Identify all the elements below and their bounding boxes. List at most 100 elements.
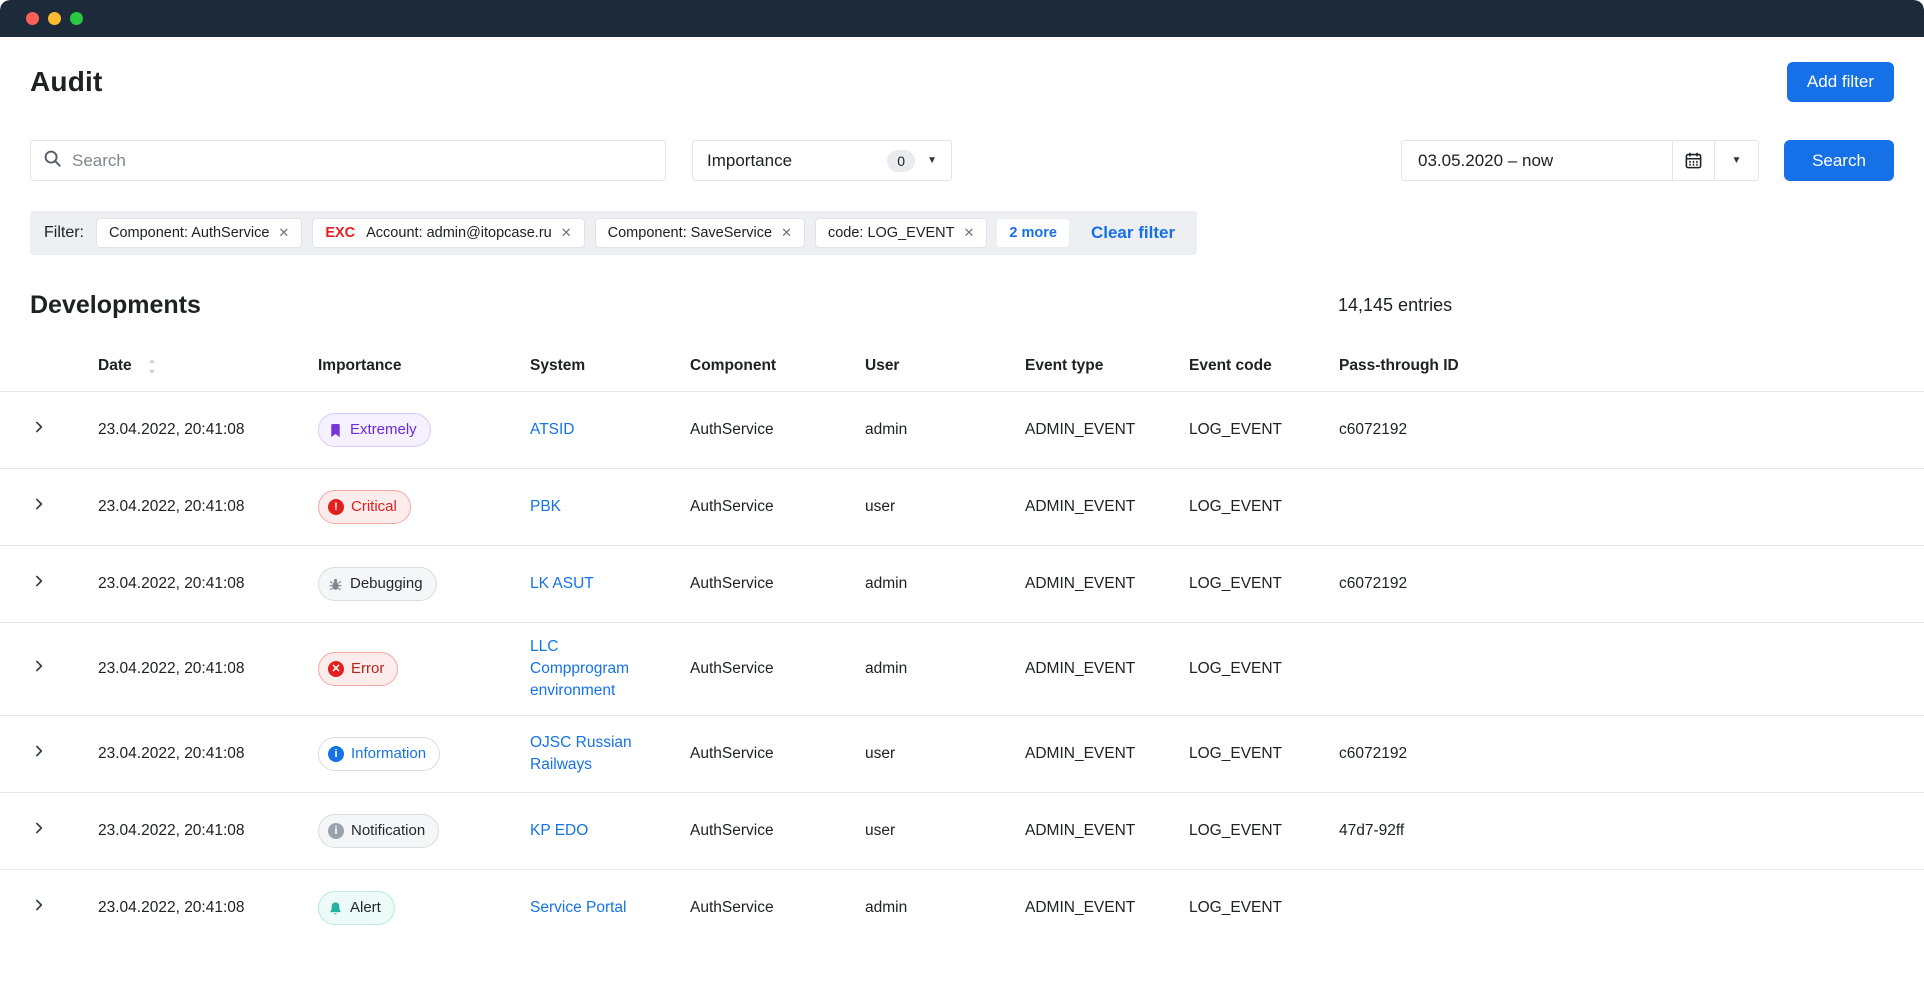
filter-label: Filter: [44, 224, 84, 241]
search-icon [43, 149, 62, 173]
audit-table: Date Importance System Component User Ev… [0, 341, 1924, 947]
sort-icon[interactable] [146, 358, 158, 375]
column-header-date[interactable]: Date [98, 341, 318, 392]
cell-user: admin [865, 545, 1025, 623]
cell-component: AuthService [690, 622, 865, 716]
bug-icon [328, 577, 343, 592]
search-box[interactable] [30, 140, 666, 181]
importance-dropdown-label: Importance [707, 150, 793, 170]
section-title: Developments [30, 291, 201, 319]
cell-event-code: LOG_EVENT [1189, 792, 1339, 870]
date-range-picker[interactable]: 03.05.2020 – now ▼ [1401, 140, 1759, 181]
entries-count: 14,145 entries [1338, 295, 1453, 315]
add-filter-button[interactable]: Add filter [1786, 62, 1894, 102]
expand-row-chevron-right-icon[interactable] [32, 420, 46, 434]
table-header-row: Date Importance System Component User Ev… [0, 341, 1924, 392]
importance-dropdown[interactable]: Importance 0 ▼ [692, 140, 952, 181]
table-row: 23.04.2022, 20:41:08 Extremely ATSID Aut… [0, 391, 1924, 469]
importance-badge-label: Information [351, 745, 427, 762]
minimize-window-button[interactable] [48, 12, 61, 25]
cell-event-type: ADMIN_EVENT [1025, 575, 1136, 592]
cell-event-type: ADMIN_EVENT [1025, 822, 1136, 839]
filter-chip[interactable]: Component: AuthService ✕ [96, 218, 303, 248]
page-title: Audit [30, 66, 103, 97]
cell-event-code: LOG_EVENT [1189, 715, 1339, 793]
importance-badge: ✕ Error [318, 652, 399, 686]
column-header-event-type: Event type [1025, 357, 1104, 374]
zoom-window-button[interactable] [70, 12, 83, 25]
importance-badge: ! Critical [318, 490, 411, 524]
system-link[interactable]: KP EDO [530, 820, 588, 842]
system-link[interactable]: LLC Compprogram environment [530, 636, 638, 702]
date-range-chevron-down-icon[interactable]: ▼ [1714, 141, 1758, 180]
cell-date: 23.04.2022, 20:41:08 [98, 468, 318, 546]
cell-user: user [865, 792, 1025, 870]
clear-filter-link[interactable]: Clear filter [1091, 223, 1175, 243]
cell-date: 23.04.2022, 20:41:08 [98, 715, 318, 793]
system-link[interactable]: LK ASUT [530, 573, 594, 595]
filter-chip-label: Component: SaveService [607, 225, 773, 241]
importance-badge: i Information [318, 737, 441, 771]
importance-badge: Debugging [318, 567, 437, 601]
cell-pass-through-id [1339, 468, 1924, 546]
remove-filter-icon[interactable]: ✕ [561, 225, 572, 241]
expand-row-chevron-right-icon[interactable] [32, 659, 46, 673]
column-header-event-code: Event code [1189, 357, 1272, 374]
expand-row-chevron-right-icon[interactable] [32, 497, 46, 511]
info-circle-icon: i [328, 823, 344, 839]
active-filters-bar: Filter: Component: AuthService ✕ EXC Accoun… [30, 211, 1198, 255]
expand-row-chevron-right-icon[interactable] [32, 574, 46, 588]
cell-component: AuthService [690, 468, 865, 546]
table-row: 23.04.2022, 20:41:08 i Information OJSC … [0, 715, 1924, 793]
cell-date: 23.04.2022, 20:41:08 [98, 545, 318, 623]
cell-event-type: ADMIN_EVENT [1025, 745, 1136, 762]
bell-icon [328, 901, 343, 916]
search-button[interactable]: Search [1784, 140, 1894, 181]
remove-filter-icon[interactable]: ✕ [781, 225, 792, 241]
exclamation-circle-icon: ! [328, 499, 344, 515]
cell-user: admin [865, 869, 1025, 947]
cell-date: 23.04.2022, 20:41:08 [98, 391, 318, 469]
expand-row-chevron-right-icon[interactable] [32, 898, 46, 912]
importance-badge-label: Extremely [350, 421, 417, 438]
cell-event-code: LOG_EVENT [1189, 545, 1339, 623]
system-link[interactable]: ATSID [530, 419, 575, 441]
importance-badge: i Notification [318, 814, 440, 848]
cell-event-type: ADMIN_EVENT [1025, 660, 1136, 677]
importance-badge-label: Critical [351, 498, 397, 515]
system-link[interactable]: PBK [530, 496, 561, 518]
remove-filter-icon[interactable]: ✕ [964, 225, 975, 241]
table-row: 23.04.2022, 20:41:08 Debugging LK ASUT A… [0, 545, 1924, 623]
expand-row-chevron-right-icon[interactable] [32, 744, 46, 758]
app-window: Audit Add filter Importance 0 ▼ 03.05.20… [0, 0, 1924, 992]
close-window-button[interactable] [26, 12, 39, 25]
expand-row-chevron-right-icon[interactable] [32, 821, 46, 835]
exclude-prefix: EXC [325, 225, 356, 241]
cell-date: 23.04.2022, 20:41:08 [98, 869, 318, 947]
column-header-importance: Importance [318, 357, 402, 374]
importance-badge-label: Alert [350, 899, 381, 917]
chevron-down-icon: ▼ [927, 155, 937, 166]
cell-event-type: ADMIN_EVENT [1025, 899, 1136, 917]
filter-chip[interactable]: EXC Account: admin@itopcase.ru ✕ [312, 218, 585, 248]
cell-pass-through-id [1339, 622, 1924, 716]
more-filters-button[interactable]: 2 more [997, 219, 1069, 247]
importance-badge-label: Debugging [350, 575, 423, 592]
filter-chip[interactable]: code: LOG_EVENT ✕ [814, 218, 988, 248]
cell-pass-through-id: c6072192 [1339, 545, 1924, 623]
cell-date: 23.04.2022, 20:41:08 [98, 792, 318, 870]
table-row: 23.04.2022, 20:41:08 ✕ Error LLC Comppro… [0, 622, 1924, 716]
cell-pass-through-id: c6072192 [1339, 715, 1924, 793]
date-range-value: 03.05.2020 – now [1418, 150, 1554, 170]
search-input[interactable] [72, 150, 653, 171]
toolbar: Importance 0 ▼ 03.05.2020 – now ▼ Search [30, 140, 1894, 181]
system-link[interactable]: Service Portal [530, 897, 626, 919]
filter-chip[interactable]: Component: SaveService ✕ [594, 218, 805, 248]
calendar-icon[interactable] [1672, 141, 1714, 180]
cell-user: admin [865, 391, 1025, 469]
cell-user: user [865, 468, 1025, 546]
remove-filter-icon[interactable]: ✕ [278, 225, 289, 241]
system-link[interactable]: OJSC Russian Railways [530, 732, 638, 776]
cell-event-code: LOG_EVENT [1189, 391, 1339, 469]
window-titlebar [0, 0, 1924, 37]
